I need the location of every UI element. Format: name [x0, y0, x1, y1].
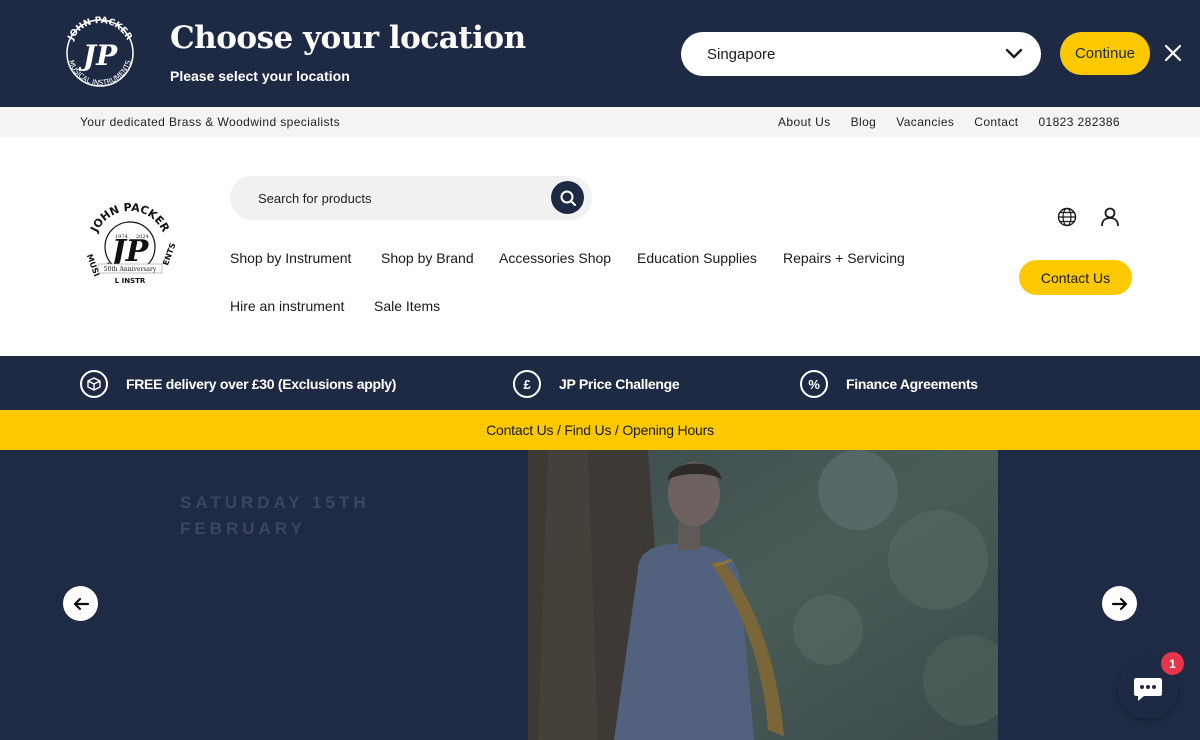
continue-button[interactable]: Continue [1060, 32, 1150, 75]
location-subtitle: Please select your location [170, 68, 350, 84]
svg-text:L INSTR: L INSTR [115, 277, 146, 285]
location-title: Choose your location [170, 20, 526, 56]
search-input[interactable] [258, 188, 538, 208]
search-bar [230, 176, 592, 220]
utility-bar: Your dedicated Brass & Woodwind speciali… [0, 107, 1200, 137]
site-logo[interactable]: JOHN PACKER 1974 2024 JP 50th Anniversar… [80, 201, 180, 289]
slider-prev-button[interactable] [63, 586, 98, 621]
arrow-left-icon [73, 597, 89, 610]
about-us-link[interactable]: About Us [778, 115, 831, 129]
percent-icon: % [800, 370, 828, 398]
hero-image [528, 450, 998, 740]
nav-education-supplies[interactable]: Education Supplies [637, 250, 757, 266]
nav-sale-items[interactable]: Sale Items [374, 298, 440, 314]
chevron-down-icon [1005, 48, 1023, 59]
hero-slider: SATURDAY 15TH FEBRUARY [0, 450, 1200, 740]
svg-text:50th Anniversary: 50th Anniversary [104, 266, 157, 273]
nav-hire-an-instrument[interactable]: Hire an instrument [230, 298, 344, 314]
pound-icon: £ [513, 370, 541, 398]
search-button[interactable] [551, 181, 584, 214]
globe-icon[interactable] [1056, 206, 1078, 228]
vacancies-link[interactable]: Vacancies [896, 115, 954, 129]
utility-links: About Us Blog Vacancies Contact 01823 28… [778, 115, 1120, 129]
package-icon [80, 370, 108, 398]
usp-finance[interactable]: % Finance Agreements [800, 370, 978, 398]
hero-date-line2: FEBRUARY [180, 519, 306, 538]
location-select-value: Singapore [707, 45, 776, 63]
usp-finance-label: Finance Agreements [846, 376, 978, 392]
usp-price-challenge-label: JP Price Challenge [559, 376, 680, 392]
nav-shop-by-brand[interactable]: Shop by Brand [381, 250, 474, 266]
svg-text:MUSI: MUSI [85, 253, 101, 278]
close-icon[interactable] [1162, 42, 1184, 64]
location-banner: JOHN PACKER MUSICAL INSTRUMENTS JP Choos… [0, 0, 1200, 107]
usp-free-delivery[interactable]: FREE delivery over £30 (Exclusions apply… [80, 370, 396, 398]
usp-bar: FREE delivery over £30 (Exclusions apply… [0, 356, 1200, 410]
slider-next-button[interactable] [1102, 586, 1137, 621]
nav-accessories-shop[interactable]: Accessories Shop [499, 250, 611, 266]
hero-date-line1: SATURDAY 15TH [180, 493, 370, 512]
nav-shop-by-instrument[interactable]: Shop by Instrument [230, 250, 351, 266]
location-select[interactable]: Singapore [681, 32, 1041, 76]
nav-repairs-servicing[interactable]: Repairs + Servicing [783, 250, 905, 266]
arrow-right-icon [1111, 597, 1127, 610]
john-packer-logo: JOHN PACKER MUSICAL INSTRUMENTS JP [66, 16, 134, 87]
contact-find-us-strip[interactable]: Contact Us / Find Us / Opening Hours [0, 410, 1200, 450]
svg-text:ENTS: ENTS [161, 241, 178, 266]
blog-link[interactable]: Blog [851, 115, 877, 129]
usp-free-delivery-label: FREE delivery over £30 (Exclusions apply… [126, 376, 397, 392]
phone-link[interactable]: 01823 282386 [1038, 115, 1120, 129]
svg-text:JOHN PACKER: JOHN PACKER [87, 201, 172, 235]
site-header: JOHN PACKER 1974 2024 JP 50th Anniversar… [0, 137, 1200, 356]
contact-us-button[interactable]: Contact Us [1019, 260, 1132, 295]
usp-price-challenge[interactable]: £ JP Price Challenge [513, 370, 680, 398]
hero-date: SATURDAY 15TH FEBRUARY [180, 490, 370, 542]
chat-notification-badge: 1 [1161, 652, 1184, 675]
svg-text:JP: JP [78, 39, 118, 72]
search-icon [560, 190, 576, 206]
tagline: Your dedicated Brass & Woodwind speciali… [80, 115, 341, 129]
chat-icon [1134, 678, 1162, 701]
contact-link[interactable]: Contact [974, 115, 1018, 129]
account-icon[interactable] [1099, 206, 1121, 228]
